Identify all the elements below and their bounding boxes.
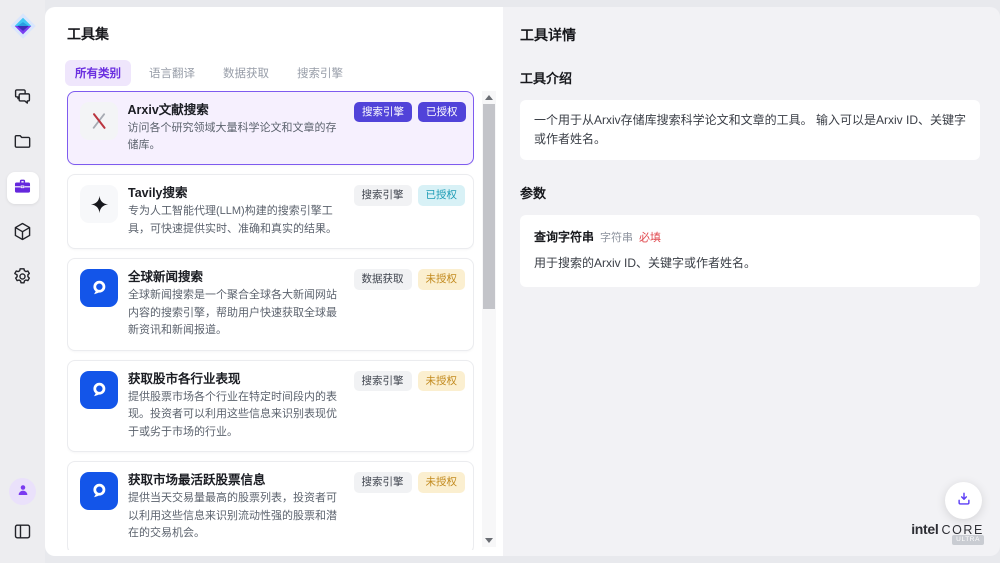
category-badge: 搜索引擎	[354, 472, 412, 493]
auth-status-badge: 已授权	[418, 102, 466, 123]
param-required-flag: 必填	[639, 229, 661, 245]
category-tab[interactable]: 搜索引擎	[287, 60, 353, 86]
category-badge: 搜索引擎	[354, 185, 412, 206]
download-icon	[955, 490, 973, 511]
tool-logo	[80, 371, 118, 409]
param-card: 查询字符串 字符串 必填 用于搜索的Arxiv ID、关键字或作者姓名。	[520, 215, 980, 287]
app-window: 工具集 所有类别语言翻译数据获取搜索引擎 Arxiv文献搜索 访问各个研究领域大…	[0, 0, 1000, 563]
news-service-logo-icon	[88, 379, 110, 401]
toolbox-icon	[12, 176, 33, 200]
tool-logo	[80, 102, 118, 140]
news-service-logo-icon	[88, 277, 110, 299]
tool-description: 提供当天交易量最高的股票列表，投资者可以利用这些信息来识别流动性强的股票和潜在的…	[128, 490, 340, 543]
scrollbar-up-arrow-icon[interactable]	[485, 95, 493, 100]
details-title: 工具详情	[520, 25, 980, 45]
tool-list: Arxiv文献搜索 访问各个研究领域大量科学论文和文章的存储库。 搜索引擎 已授…	[67, 91, 474, 550]
panel-toggle-button[interactable]	[7, 517, 39, 549]
nav-toolbox-button[interactable]	[7, 172, 39, 204]
category-badge: 搜索引擎	[354, 102, 412, 123]
panel-layout-icon	[12, 521, 33, 545]
download-button[interactable]	[945, 482, 982, 519]
tool-logo	[80, 269, 118, 307]
tool-logo	[80, 185, 118, 223]
news-service-logo-icon	[88, 480, 110, 502]
tool-description: 访问各个研究领域大量科学论文和文章的存储库。	[128, 120, 341, 155]
gear-icon	[12, 266, 33, 290]
tool-details-panel: 工具详情 工具介绍 一个用于从Arxiv存储库搜索科学论文和文章的工具。 输入可…	[503, 7, 1000, 556]
tool-card[interactable]: 获取股市各行业表现 提供股票市场各个行业在特定时间段内的表现。投资者可以利用这些…	[67, 360, 474, 453]
category-tab[interactable]: 语言翻译	[139, 60, 205, 86]
tool-title: 获取市场最活跃股票信息	[128, 472, 340, 488]
category-badge: 搜索引擎	[354, 371, 412, 392]
category-badge: 数据获取	[354, 269, 412, 290]
tool-card[interactable]: 获取市场最活跃股票信息 提供当天交易量最高的股票列表，投资者可以利用这些信息来识…	[67, 461, 474, 550]
auth-status-badge: 未授权	[418, 472, 466, 493]
sidebar-nav	[7, 82, 39, 294]
scrollbar-down-arrow-icon[interactable]	[485, 538, 493, 543]
intel-core-logo: intelCORE ULTRA	[911, 521, 984, 543]
tool-description: 全球新闻搜索是一个聚合全球各大新闻网站内容的搜索引擎，帮助用户快速获取全球最新资…	[128, 287, 340, 340]
intro-text: 一个用于从Arxiv存储库搜索科学论文和文章的工具。 输入可以是Arxiv ID…	[534, 111, 966, 149]
user-avatar[interactable]	[9, 478, 36, 505]
tool-title: 获取股市各行业表现	[128, 371, 340, 387]
params-section-title: 参数	[520, 183, 980, 202]
intel-brand-text: intel	[911, 521, 938, 537]
nav-chat-button[interactable]	[7, 82, 39, 114]
intro-section-title: 工具介绍	[520, 68, 980, 87]
toolset-panel: 工具集 所有类别语言翻译数据获取搜索引擎 Arxiv文献搜索 访问各个研究领域大…	[45, 7, 503, 556]
auth-status-badge: 未授权	[418, 269, 466, 290]
tool-title: 全球新闻搜索	[128, 269, 340, 285]
tool-title: Tavily搜索	[128, 185, 340, 201]
tool-card[interactable]: Tavily搜索 专为人工智能代理(LLM)构建的搜索引擎工具，可快速提供实时、…	[67, 174, 474, 249]
tool-logo	[80, 472, 118, 510]
cube-icon	[12, 221, 33, 245]
folder-icon	[12, 131, 33, 155]
sidebar	[0, 0, 45, 563]
arxiv-logo-icon	[88, 110, 110, 132]
tool-title: Arxiv文献搜索	[128, 102, 341, 118]
param-description: 用于搜索的Arxiv ID、关键字或作者姓名。	[534, 254, 966, 272]
auth-status-badge: 已授权	[418, 185, 466, 206]
nav-models-button[interactable]	[7, 217, 39, 249]
param-type: 字符串	[600, 229, 633, 245]
toolset-title: 工具集	[67, 24, 109, 44]
tool-card[interactable]: 全球新闻搜索 全球新闻搜索是一个聚合全球各大新闻网站内容的搜索引擎，帮助用户快速…	[67, 258, 474, 351]
sidebar-bottom	[7, 478, 39, 549]
person-icon	[15, 482, 31, 501]
app-logo-icon[interactable]	[9, 12, 37, 40]
category-tab[interactable]: 所有类别	[65, 60, 131, 86]
tool-description: 提供股票市场各个行业在特定时间段内的表现。投资者可以利用这些信息来识别表现优于或…	[128, 389, 340, 442]
scrollbar-thumb[interactable]	[483, 104, 495, 309]
scrollbar[interactable]	[482, 91, 496, 547]
auth-status-badge: 未授权	[418, 371, 466, 392]
tool-description: 专为人工智能代理(LLM)构建的搜索引擎工具，可快速提供实时、准确和真实的结果。	[128, 203, 340, 238]
intro-card: 一个用于从Arxiv存储库搜索科学论文和文章的工具。 输入可以是Arxiv ID…	[520, 100, 980, 160]
ultra-badge: ULTRA	[952, 535, 984, 545]
nav-files-button[interactable]	[7, 127, 39, 159]
nav-settings-button[interactable]	[7, 262, 39, 294]
param-name: 查询字符串	[534, 228, 594, 245]
tool-card[interactable]: Arxiv文献搜索 访问各个研究领域大量科学论文和文章的存储库。 搜索引擎 已授…	[67, 91, 474, 165]
category-tab[interactable]: 数据获取	[213, 60, 279, 86]
chat-icon	[12, 86, 33, 110]
tavily-logo-icon	[89, 194, 110, 215]
category-tabs: 所有类别语言翻译数据获取搜索引擎	[65, 60, 353, 86]
